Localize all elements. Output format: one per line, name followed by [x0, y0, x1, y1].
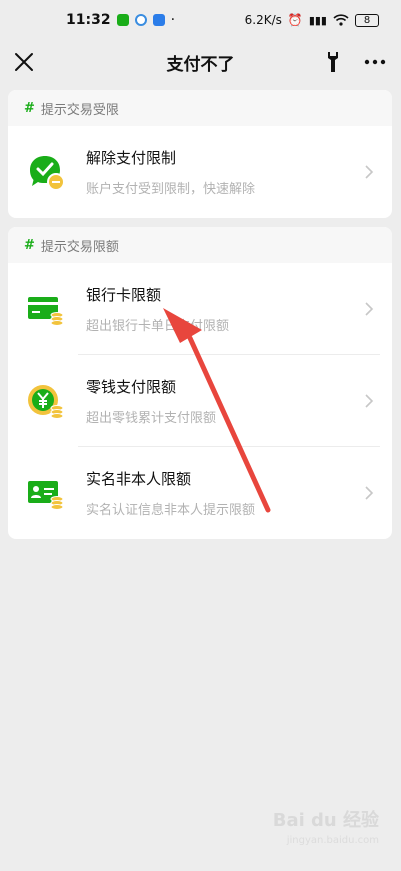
list-item-change-limit[interactable]: 零钱支付限额 超出零钱累计支付限额 — [8, 355, 392, 447]
more-icon[interactable] — [361, 48, 389, 76]
dot-icon: · — [170, 12, 176, 28]
watermark-url: jingyan.baidu.com — [286, 835, 379, 846]
close-icon[interactable] — [10, 48, 38, 76]
list-item-title: 零钱支付限额 — [86, 378, 177, 396]
list-item-unlock-payment[interactable]: 解除支付限制 账户支付受到限制，快速解除 — [8, 126, 392, 218]
list-item-subtitle: 账户支付受到限制，快速解除 — [86, 182, 256, 197]
list-item-real-name-limit[interactable]: 实名非本人限额 实名认证信息非本人提示限额 — [8, 447, 392, 539]
hash-icon: # — [24, 237, 35, 253]
chevron-right-icon — [365, 302, 374, 316]
section-header-label: 提示交易限额 — [40, 239, 119, 255]
watermark-brand: Bai du 经验 — [272, 810, 379, 831]
section-trade-restricted: # 提示交易受限 解除支付限制 账户支付受到限制，快速解除 — [8, 90, 392, 218]
alarm-icon: ⏰ — [287, 13, 303, 27]
wifi-icon — [333, 14, 349, 26]
chevron-right-icon — [365, 486, 374, 500]
chevron-right-icon — [365, 165, 374, 179]
app-notification-icon — [116, 14, 129, 26]
nav-bar: 支付不了 — [0, 40, 401, 84]
chat-unlock-icon — [30, 156, 65, 191]
list-item-bank-card-limit[interactable]: 银行卡限额 超出银行卡单日支付限额 — [8, 263, 392, 355]
list-item-title: 实名非本人限额 — [86, 470, 192, 488]
id-card-icon — [28, 481, 64, 510]
status-time: 11:32 — [66, 12, 111, 28]
change-yuan-icon — [28, 385, 64, 419]
network-speed: 6.2K/s — [244, 13, 282, 27]
signal-icon: ▮▮▮ — [308, 13, 327, 27]
list-item-title: 银行卡限额 — [86, 286, 162, 304]
watermark: Bai du 经验 jingyan.baidu.com — [273, 811, 379, 851]
list-item-title: 解除支付限制 — [86, 149, 177, 167]
section-trade-limit: # 提示交易限额 银行卡限额 超出银行卡单日支付限额 零钱支付限额 超出零钱累计… — [8, 227, 392, 539]
app-notification-icon — [134, 14, 147, 26]
list-item-subtitle: 超出银行卡单日支付限额 — [86, 319, 230, 334]
app-notification-icon — [152, 14, 165, 26]
section-header: # 提示交易限额 — [8, 227, 392, 263]
bank-card-icon — [28, 297, 64, 326]
list-item-subtitle: 实名认证信息非本人提示限额 — [86, 503, 256, 518]
section-header-label: 提示交易受限 — [40, 102, 119, 118]
wrench-icon[interactable] — [319, 48, 347, 76]
list-item-subtitle: 超出零钱累计支付限额 — [86, 411, 217, 426]
status-bar: 11:32 · 6.2K/s ⏰ ▮▮▮ 8 — [0, 0, 401, 40]
hash-icon: # — [24, 100, 35, 116]
chevron-right-icon — [365, 394, 374, 408]
battery-indicator: 8 — [355, 13, 379, 27]
section-header: # 提示交易受限 — [8, 90, 392, 126]
